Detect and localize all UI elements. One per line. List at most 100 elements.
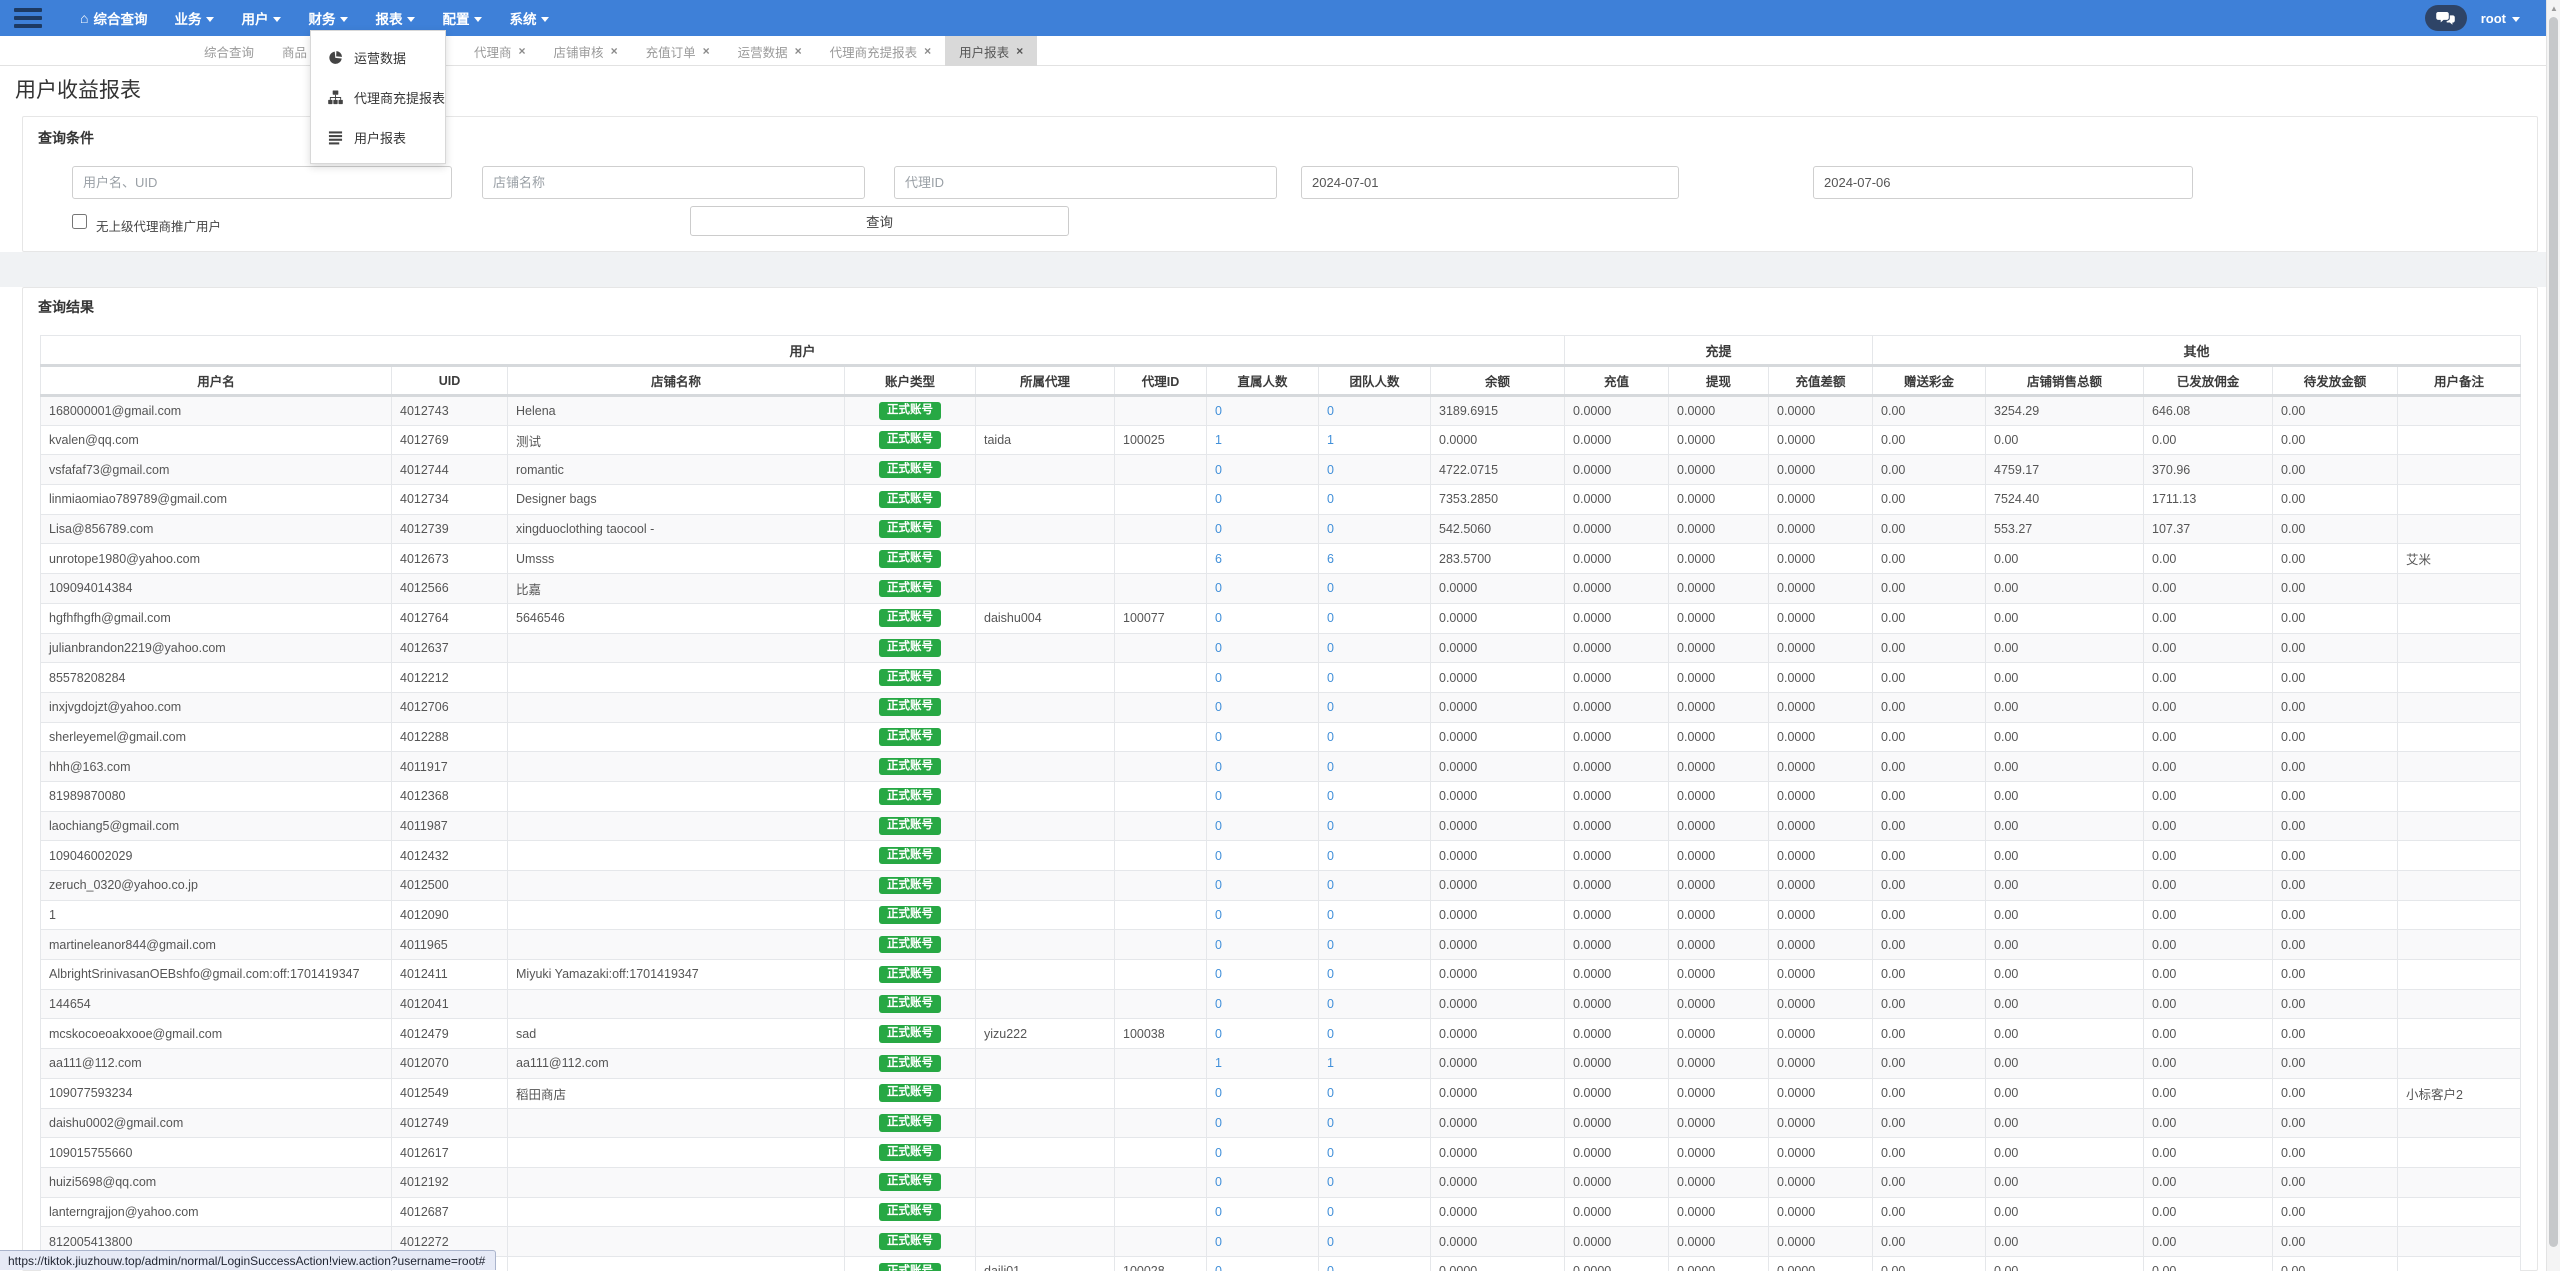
count-link[interactable]: 0 [1327,611,1334,625]
date-from-input[interactable] [1301,166,1679,199]
tab-item[interactable]: 综合查询 [190,36,268,66]
nav-menu-item[interactable]: 系统 [509,8,550,28]
count-link[interactable]: 0 [1215,1175,1222,1189]
count-link[interactable]: 0 [1327,819,1334,833]
count-link[interactable]: 0 [1327,463,1334,477]
cell-store-sales-total: 0.00 [1985,1107,2145,1139]
count-link[interactable]: 0 [1215,760,1222,774]
date-to-input[interactable] [1813,166,2193,199]
count-link[interactable]: 0 [1327,641,1334,655]
count-link[interactable]: 0 [1327,1086,1334,1100]
count-link[interactable]: 0 [1215,671,1222,685]
count-link[interactable]: 0 [1327,967,1334,981]
tab-item[interactable]: 代理商 × [460,36,540,66]
count-link[interactable]: 1 [1215,433,1222,447]
count-link[interactable]: 0 [1215,463,1222,477]
count-link[interactable]: 1 [1215,1056,1222,1070]
tab-item[interactable]: 充值订单 × [632,36,724,66]
count-link[interactable]: 0 [1215,1146,1222,1160]
tab-item[interactable]: 代理商充提报表 × [816,36,946,66]
dropdown-menu-item[interactable]: 用户报表 [311,117,445,157]
count-link[interactable]: 0 [1327,1027,1334,1041]
count-link[interactable]: 0 [1215,641,1222,655]
count-link[interactable]: 6 [1215,552,1222,566]
nav-menu-item[interactable]: 报表 [375,8,416,28]
count-link[interactable]: 0 [1215,404,1222,418]
chat-button[interactable] [2424,5,2467,31]
cell-direct-count: 0 [1206,1107,1319,1139]
close-icon[interactable]: × [795,45,802,57]
count-link[interactable]: 0 [1215,1116,1222,1130]
hamburger-menu-icon[interactable] [14,8,42,28]
dropdown-menu-item[interactable]: 代理商充提报表 [311,77,445,117]
store-name-input[interactable] [482,166,865,199]
count-link[interactable]: 0 [1327,1205,1334,1219]
count-link[interactable]: 0 [1327,492,1334,506]
count-link[interactable]: 0 [1327,581,1334,595]
count-link[interactable]: 0 [1327,1235,1334,1249]
count-link[interactable]: 0 [1215,1235,1222,1249]
count-link[interactable]: 0 [1215,1264,1222,1271]
count-link[interactable]: 0 [1327,760,1334,774]
count-link[interactable]: 0 [1215,908,1222,922]
count-link[interactable]: 6 [1327,552,1334,566]
nav-menu-item[interactable]: 业务 [174,8,215,28]
count-link[interactable]: 0 [1215,849,1222,863]
count-link[interactable]: 0 [1215,789,1222,803]
count-link[interactable]: 0 [1215,581,1222,595]
cell-store-sales-total: 0.00 [1985,1137,2145,1168]
count-link[interactable]: 0 [1327,849,1334,863]
count-link[interactable]: 0 [1215,878,1222,892]
agent-id-input[interactable] [894,166,1277,199]
no-upline-agent-checkbox[interactable] [72,214,87,229]
nav-menu-item[interactable]: ⌂ 综合查询 [80,8,147,28]
count-link[interactable]: 0 [1327,997,1334,1011]
count-link[interactable]: 0 [1215,938,1222,952]
count-link[interactable]: 0 [1327,908,1334,922]
count-link[interactable]: 0 [1215,611,1222,625]
count-link[interactable]: 0 [1215,997,1222,1011]
nav-menu-item[interactable]: 用户 [241,8,282,28]
count-link[interactable]: 0 [1327,878,1334,892]
count-link[interactable]: 0 [1327,1146,1334,1160]
count-link[interactable]: 0 [1327,404,1334,418]
count-link[interactable]: 0 [1215,819,1222,833]
count-link[interactable]: 0 [1327,1264,1334,1271]
count-link[interactable]: 0 [1327,1116,1334,1130]
username-uid-input[interactable] [72,166,452,199]
vertical-scrollbar[interactable]: ▲ [2546,0,2560,1271]
tab-item[interactable]: 用户报表 × [945,36,1038,66]
count-link[interactable]: 0 [1215,522,1222,536]
count-link[interactable]: 1 [1327,433,1334,447]
dropdown-menu-item[interactable]: 运营数据 [311,37,445,77]
user-menu[interactable]: root [2481,11,2520,26]
count-link[interactable]: 0 [1215,1205,1222,1219]
count-link[interactable]: 0 [1327,671,1334,685]
count-link[interactable]: 0 [1327,522,1334,536]
close-icon[interactable]: × [611,45,618,57]
count-link[interactable]: 0 [1215,730,1222,744]
count-link[interactable]: 0 [1215,967,1222,981]
close-icon[interactable]: × [519,45,526,57]
count-link[interactable]: 0 [1327,1175,1334,1189]
count-link[interactable]: 0 [1327,938,1334,952]
scroll-up-arrow-icon[interactable]: ▲ [2550,4,2558,13]
cell-agent [975,1077,1115,1109]
nav-menu-item[interactable]: 配置 [442,8,483,28]
count-link[interactable]: 1 [1327,1056,1334,1070]
tab-item[interactable]: 运营数据 × [724,36,816,66]
count-link[interactable]: 0 [1215,700,1222,714]
count-link[interactable]: 0 [1327,730,1334,744]
close-icon[interactable]: × [703,45,710,57]
count-link[interactable]: 0 [1327,700,1334,714]
scrollbar-thumb[interactable] [2549,17,2558,1247]
count-link[interactable]: 0 [1327,789,1334,803]
count-link[interactable]: 0 [1215,492,1222,506]
count-link[interactable]: 0 [1215,1086,1222,1100]
close-icon[interactable]: × [924,45,931,57]
count-link[interactable]: 0 [1215,1027,1222,1041]
tab-item[interactable]: 店铺审核 × [540,36,632,66]
close-icon[interactable]: × [1016,45,1023,57]
search-button[interactable]: 查询 [690,206,1069,236]
nav-menu-item[interactable]: 财务 [308,8,349,28]
